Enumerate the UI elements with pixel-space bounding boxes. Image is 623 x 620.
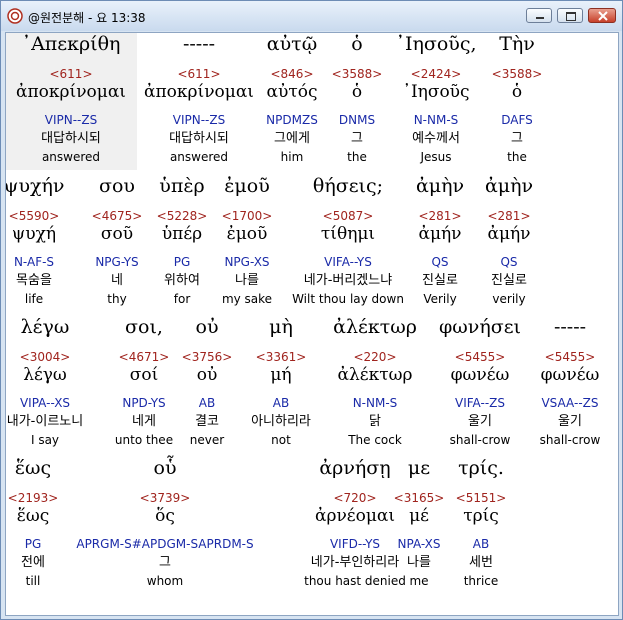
word-english: thrice — [463, 574, 499, 588]
close-icon — [598, 11, 608, 21]
word-parse: APRGM-S#APDGM-SAPRDM-S — [76, 537, 254, 551]
word-strongs: <3739> — [139, 491, 191, 505]
minimize-icon — [536, 17, 544, 19]
word-greek: Τὴν — [499, 33, 535, 55]
maximize-icon — [566, 12, 576, 21]
word-strongs: <281> — [487, 209, 531, 223]
word-greek: ----- — [553, 316, 587, 338]
word-english: shall-crow — [539, 433, 601, 447]
word-korean: 울기 — [558, 414, 582, 429]
word-parse: VSAA--ZS — [541, 396, 599, 410]
word-english: the — [507, 150, 527, 164]
maximize-button[interactable] — [557, 8, 583, 23]
word-lemma: φωνέω — [540, 365, 600, 385]
word-english: verily — [492, 292, 526, 306]
word-lemma: ἀμήν — [487, 224, 531, 244]
word-english: whom — [146, 574, 184, 588]
close-button[interactable] — [588, 8, 616, 23]
word-strongs: <5151> — [455, 491, 507, 505]
word-greek: οὗ — [153, 457, 177, 479]
word-korean: 세번 — [469, 555, 493, 570]
word-strongs: <5455> — [544, 350, 596, 364]
app-logo-icon — [7, 8, 23, 24]
word-korean: 그 — [511, 131, 523, 146]
word-strongs: <3588> — [491, 67, 543, 81]
app-window: @원전분해 - 요 13:38 ᾿Απεκρίθη <611> ἀποκρίνομα… — [0, 0, 623, 620]
word-parse: QS — [500, 255, 518, 269]
word-korean: 그 — [159, 555, 171, 570]
minimize-button[interactable] — [526, 8, 552, 23]
title-bar[interactable]: @원전분해 - 요 13:38 — [1, 1, 622, 31]
word-lemma: τρίς — [463, 506, 499, 526]
word-lemma: ὅς — [155, 506, 175, 526]
word-lemma: ὁ — [511, 82, 523, 102]
word-greek: τρίς. — [458, 457, 504, 479]
word-korean: 진실로 — [491, 273, 527, 288]
word-greek: ἀμὴν — [484, 175, 534, 197]
window-title: @원전분해 - 요 13:38 — [28, 11, 146, 25]
word-parse: AB — [472, 537, 490, 551]
interlinear-panel: ᾿Απεκρίθη <611> ἀποκρίνομαι VIPN--ZS 대답하시되 an… — [5, 32, 619, 616]
word-parse: DAFS — [501, 113, 533, 127]
